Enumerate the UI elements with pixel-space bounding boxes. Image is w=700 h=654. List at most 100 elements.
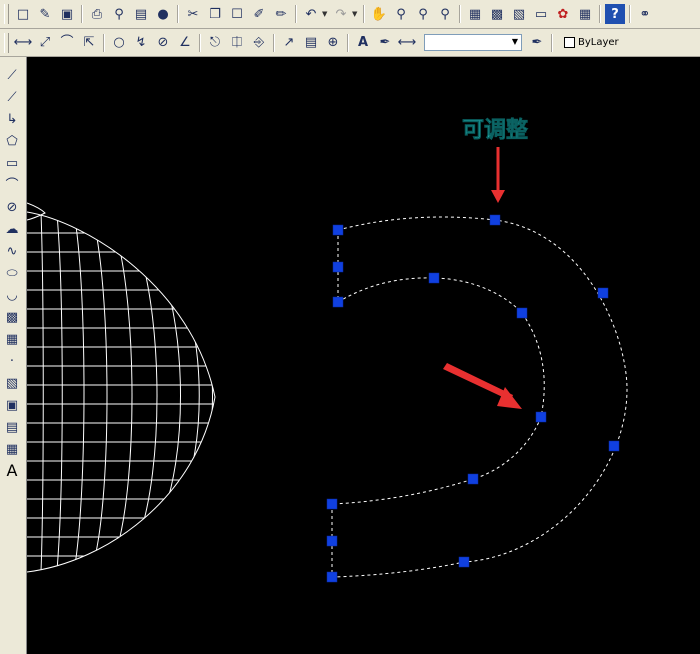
open-icon[interactable]: ✎ bbox=[35, 4, 55, 24]
mtext-icon[interactable]: A bbox=[2, 461, 22, 481]
angular-icon[interactable]: ∠ bbox=[175, 33, 195, 53]
drawing-canvas[interactable]: 可调整 bbox=[27, 57, 700, 654]
etransmit-icon[interactable]: ● bbox=[153, 4, 173, 24]
ellipse-arc-icon[interactable]: ◡ bbox=[2, 285, 22, 305]
insert-block-icon[interactable]: ▩ bbox=[2, 307, 22, 327]
chevron-down-icon[interactable]: ▼ bbox=[512, 37, 518, 46]
gradient-icon[interactable]: ▣ bbox=[2, 395, 22, 415]
spline-icon[interactable]: ∿ bbox=[2, 241, 22, 261]
separator bbox=[459, 5, 461, 23]
rectangle-icon[interactable]: ▭ bbox=[2, 153, 22, 173]
grip-point[interactable] bbox=[535, 411, 547, 423]
linear-dim-icon[interactable]: ⟷ bbox=[13, 33, 33, 53]
grip-point[interactable] bbox=[489, 214, 501, 226]
grip-point[interactable] bbox=[332, 296, 344, 308]
polygon-icon[interactable]: ⬠ bbox=[2, 131, 22, 151]
line-icon[interactable]: ⟋ bbox=[2, 65, 22, 85]
quick-dim-icon[interactable]: ⎋ bbox=[205, 33, 225, 53]
undo-icon[interactable]: ↶ bbox=[301, 4, 321, 24]
color-control[interactable]: ByLayer bbox=[564, 37, 619, 48]
grip-point[interactable] bbox=[608, 440, 620, 452]
aligned-dim-icon[interactable]: ⤢ bbox=[35, 33, 55, 53]
publish-icon[interactable]: ▤ bbox=[131, 4, 151, 24]
grip-point[interactable] bbox=[332, 224, 344, 236]
grip-point[interactable] bbox=[326, 535, 338, 547]
annotation-arrowhead-down bbox=[491, 190, 505, 203]
ellipse-icon[interactable]: ⬭ bbox=[2, 263, 22, 283]
grip-point[interactable] bbox=[597, 287, 609, 299]
match-properties-icon[interactable]: ✐ bbox=[249, 4, 269, 24]
dimension-toolbar: ⟷ ⤢ ⌒ ⇱ ○ ↯ ⊘ ∠ ⎋ ⎅ ⎆ ↗ ▤ ⊕ A ✒ ⟷ ▼ ✒ By… bbox=[0, 29, 700, 57]
markup-icon[interactable]: ✿ bbox=[553, 4, 573, 24]
arc-icon[interactable]: ⌒ bbox=[2, 175, 22, 195]
leader-icon[interactable]: ↗ bbox=[279, 33, 299, 53]
grip-points[interactable] bbox=[326, 214, 620, 583]
dim-update-icon[interactable]: ⟷ bbox=[397, 33, 417, 53]
point-icon[interactable]: · bbox=[2, 351, 22, 371]
separator bbox=[551, 33, 553, 52]
grip-point[interactable] bbox=[516, 307, 528, 319]
help-icon[interactable]: ? bbox=[605, 4, 625, 24]
3d-orbit-icon[interactable]: ⚭ bbox=[635, 4, 655, 24]
annotation: 可调整 bbox=[443, 117, 528, 409]
toolbar-grip[interactable] bbox=[4, 4, 9, 24]
diameter-icon[interactable]: ⊘ bbox=[153, 33, 173, 53]
make-block-icon[interactable]: ▦ bbox=[2, 329, 22, 349]
grip-point[interactable] bbox=[467, 473, 479, 485]
selected-polyline[interactable] bbox=[331, 216, 628, 578]
grip-point[interactable] bbox=[326, 498, 338, 510]
revcloud-icon[interactable]: ☁ bbox=[2, 219, 22, 239]
dimstyle-select[interactable]: ▼ bbox=[424, 34, 522, 51]
block-editor-icon[interactable]: ✏ bbox=[271, 4, 291, 24]
zoom-previous-icon[interactable]: ⚲ bbox=[435, 4, 455, 24]
cut-icon[interactable]: ✂ bbox=[183, 4, 203, 24]
continue-icon[interactable]: ⎆ bbox=[249, 33, 269, 53]
grip-point[interactable] bbox=[326, 571, 338, 583]
zoom-realtime-icon[interactable]: ⚲ bbox=[391, 4, 411, 24]
new-icon[interactable]: □ bbox=[13, 4, 33, 24]
redo-icon[interactable]: ↷ bbox=[331, 4, 351, 24]
sheet-set-icon[interactable]: ▭ bbox=[531, 4, 551, 24]
grip-point[interactable] bbox=[458, 556, 470, 568]
toolbar-grip[interactable] bbox=[4, 32, 9, 53]
dimtedit-icon[interactable]: ✒ bbox=[375, 33, 395, 53]
dimstyle-manager-icon[interactable]: ✒ bbox=[527, 33, 547, 53]
separator bbox=[629, 5, 631, 23]
circle-icon[interactable]: ⊘ bbox=[2, 197, 22, 217]
redo-dropdown-icon[interactable]: ▼ bbox=[352, 10, 358, 18]
separator bbox=[363, 5, 365, 23]
print-icon[interactable]: ⎙ bbox=[87, 4, 107, 24]
design-center-icon[interactable]: ▩ bbox=[487, 4, 507, 24]
standard-toolbar: □ ✎ ▣ ⎙ ⚲ ▤ ● ✂ ❐ ☐ ✐ ✏ ↶ ▼ ↷ ▼ ✋ ⚲ ⚲ ⚲ … bbox=[0, 0, 700, 29]
pan-icon[interactable]: ✋ bbox=[369, 4, 389, 24]
construction-line-icon[interactable]: ⟋ bbox=[2, 87, 22, 107]
grip-point[interactable] bbox=[428, 272, 440, 284]
separator bbox=[199, 33, 201, 52]
center-mark-icon[interactable]: ⊕ bbox=[323, 33, 343, 53]
color-control-label: ByLayer bbox=[578, 37, 619, 48]
copy-icon[interactable]: ❐ bbox=[205, 4, 225, 24]
save-icon[interactable]: ▣ bbox=[57, 4, 77, 24]
calculator-icon[interactable]: ▦ bbox=[575, 4, 595, 24]
grip-point[interactable] bbox=[332, 261, 344, 273]
paste-icon[interactable]: ☐ bbox=[227, 4, 247, 24]
table-icon[interactable]: ▦ bbox=[2, 439, 22, 459]
region-icon[interactable]: ▤ bbox=[2, 417, 22, 437]
undo-dropdown-icon[interactable]: ▼ bbox=[322, 10, 328, 18]
baseline-icon[interactable]: ⎅ bbox=[227, 33, 247, 53]
drawing-svg: 可调整 bbox=[27, 117, 628, 583]
plot-preview-icon[interactable]: ⚲ bbox=[109, 4, 129, 24]
ordinate-icon[interactable]: ⇱ bbox=[79, 33, 99, 53]
separator bbox=[347, 33, 349, 52]
separator bbox=[103, 33, 105, 52]
dimedit-icon[interactable]: A bbox=[353, 33, 373, 53]
properties-icon[interactable]: ▦ bbox=[465, 4, 485, 24]
radius-icon[interactable]: ○ bbox=[109, 33, 129, 53]
arc-length-icon[interactable]: ⌒ bbox=[57, 33, 77, 53]
polyline-icon[interactable]: ↳ bbox=[2, 109, 22, 129]
jogged-icon[interactable]: ↯ bbox=[131, 33, 151, 53]
tolerance-icon[interactable]: ▤ bbox=[301, 33, 321, 53]
tool-palettes-icon[interactable]: ▧ bbox=[509, 4, 529, 24]
hatch-icon[interactable]: ▧ bbox=[2, 373, 22, 393]
zoom-window-icon[interactable]: ⚲ bbox=[413, 4, 433, 24]
